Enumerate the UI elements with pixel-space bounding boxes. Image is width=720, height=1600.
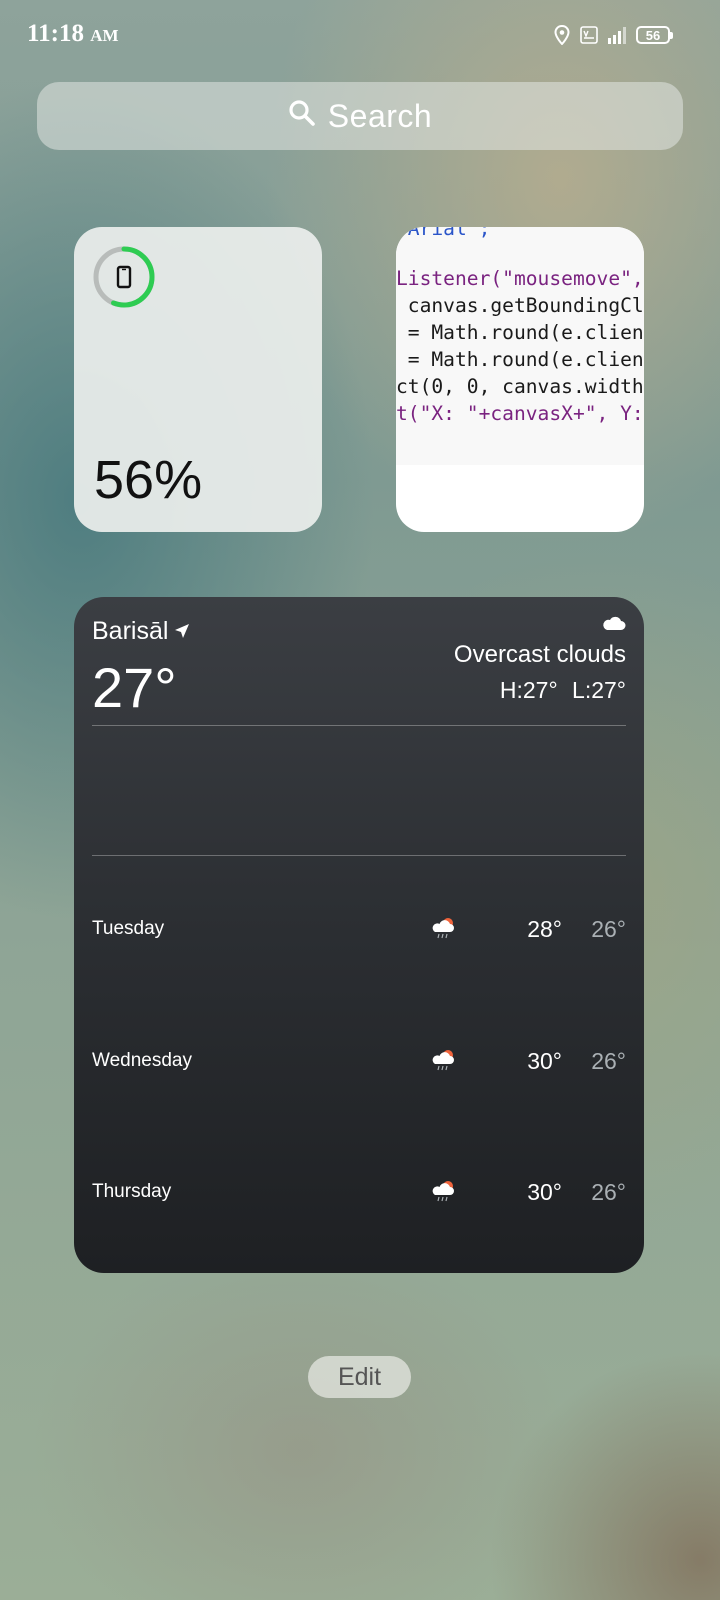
location-arrow-icon	[174, 617, 190, 646]
rain-icon	[432, 917, 456, 946]
forecast-high: 30°	[527, 1178, 562, 1205]
status-icons: 56	[554, 22, 673, 48]
edit-button[interactable]: Edit	[308, 1356, 411, 1398]
weather-city-name: Barisāl	[92, 617, 169, 645]
signal-icon	[608, 26, 626, 44]
location-icon	[554, 25, 570, 45]
status-bar: 11:18 AM 56	[0, 0, 720, 70]
code-line-6-text: ct(0, 0, canvas.width	[396, 375, 644, 398]
phone-icon	[116, 265, 132, 289]
code-line-4: = Math.round(e.clien	[396, 321, 644, 344]
rain-icon	[432, 1180, 456, 1209]
forecast-low: 26°	[591, 1047, 626, 1074]
battery-level-text: 56	[645, 27, 661, 43]
code-snapshot: "Arial"; Listener("mousemove", canvas.ge…	[396, 227, 644, 465]
search-label: Search	[327, 97, 433, 134]
weather-divider	[92, 855, 626, 856]
code-line-7-text: t("X: "+canvasX+", Y:	[396, 402, 644, 425]
code-line-2-text: Listener("mousemove",	[396, 267, 644, 290]
status-time-value: 11:18	[27, 20, 84, 47]
code-line-3: canvas.getBoundingCl	[396, 294, 644, 317]
cloud-icon	[602, 615, 626, 636]
forecast-high: 28°	[527, 915, 562, 942]
weather-city: Barisāl	[92, 617, 190, 646]
weather-current-temp: 27°	[92, 656, 177, 719]
forecast-row: Thursday 30° 26°	[92, 1172, 626, 1212]
battery-widget[interactable]: 56%	[74, 227, 322, 532]
code-line-7: t("X: "+canvasX+", Y:	[396, 402, 644, 425]
code-line-3-text: canvas.getBoundingCl	[396, 294, 644, 317]
code-line-2: Listener("mousemove",	[396, 267, 644, 290]
weather-high: H:27°	[499, 677, 558, 703]
forecast-row: Tuesday 28° 26°	[92, 909, 626, 949]
weather-high-low: H:27° L:27°	[500, 677, 626, 704]
status-time: 11:18 AM	[27, 20, 119, 48]
battery-ring	[93, 246, 155, 308]
battery-icon: 56	[636, 26, 673, 44]
search-bar[interactable]: Search	[37, 82, 683, 150]
code-line-5-text: = Math.round(e.clien	[396, 348, 644, 371]
code-line-5: = Math.round(e.clien	[396, 348, 644, 371]
rain-icon	[432, 1049, 456, 1078]
code-snapshot-widget[interactable]: "Arial"; Listener("mousemove", canvas.ge…	[396, 227, 644, 532]
code-line-1-text: "Arial";	[396, 227, 491, 240]
code-line-6: ct(0, 0, canvas.width	[396, 375, 644, 398]
forecast-row: Wednesday 30° 26°	[92, 1041, 626, 1081]
forecast-low: 26°	[591, 915, 626, 942]
search-icon	[288, 98, 316, 135]
status-time-meridiem: AM	[90, 26, 119, 45]
weather-divider	[92, 725, 626, 726]
weather-low: L:27°	[572, 677, 626, 703]
code-line-4-text: = Math.round(e.clien	[396, 321, 644, 344]
code-line-1: "Arial";	[396, 227, 490, 240]
volte-icon	[580, 26, 598, 44]
weather-widget[interactable]: Barisāl 27° Overcast clouds H:27° L:27° …	[74, 597, 644, 1273]
forecast-low: 26°	[591, 1178, 626, 1205]
weather-condition: Overcast clouds	[453, 641, 626, 668]
battery-percent: 56%	[94, 450, 203, 510]
forecast-high: 30°	[527, 1047, 562, 1074]
